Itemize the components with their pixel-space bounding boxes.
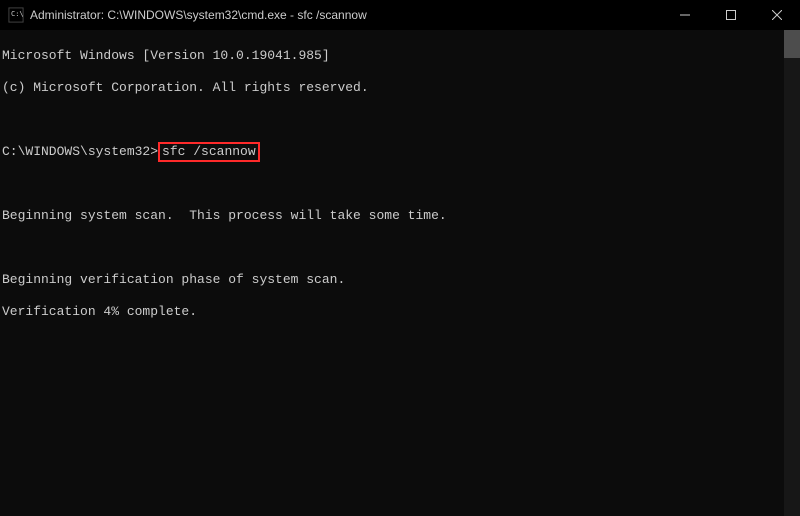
prompt-line: C:\WINDOWS\system32> sfc /scannow — [2, 144, 784, 160]
svg-text:C:\: C:\ — [11, 10, 24, 18]
output-line: Verification 4% complete. — [2, 304, 784, 320]
scrollbar-thumb[interactable] — [784, 30, 800, 58]
command-text: sfc /scannow — [162, 144, 256, 159]
window-title: Administrator: C:\WINDOWS\system32\cmd.e… — [30, 8, 662, 22]
minimize-button[interactable] — [662, 0, 708, 30]
output-line: Beginning system scan. This process will… — [2, 208, 784, 224]
output-line: (c) Microsoft Corporation. All rights re… — [2, 80, 784, 96]
prompt-text: C:\WINDOWS\system32> — [2, 144, 158, 159]
window-titlebar: C:\ Administrator: C:\WINDOWS\system32\c… — [0, 0, 800, 30]
terminal-output[interactable]: Microsoft Windows [Version 10.0.19041.98… — [0, 30, 784, 516]
close-button[interactable] — [754, 0, 800, 30]
cmd-icon: C:\ — [8, 7, 24, 23]
window-controls — [662, 0, 800, 30]
scrollbar-track[interactable] — [784, 30, 800, 516]
command-highlight: sfc /scannow — [158, 142, 260, 162]
maximize-button[interactable] — [708, 0, 754, 30]
output-line: Microsoft Windows [Version 10.0.19041.98… — [2, 48, 784, 64]
output-line: Beginning verification phase of system s… — [2, 272, 784, 288]
